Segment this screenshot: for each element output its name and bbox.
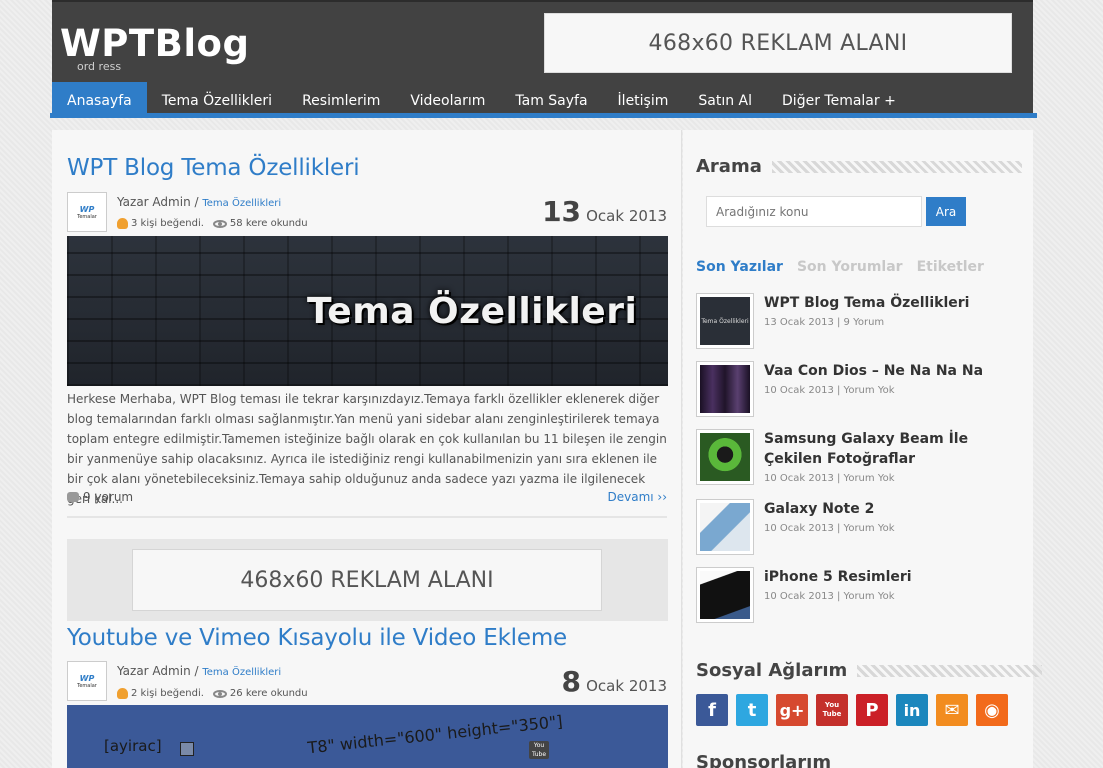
search-button[interactable]: Ara bbox=[926, 197, 966, 226]
avatar-wp-text: WP bbox=[79, 673, 95, 683]
tab-son-yorumlar[interactable]: Son Yorumlar bbox=[797, 259, 903, 275]
search-heading-text: Arama bbox=[696, 156, 762, 177]
avatar[interactable]: WP Temalar bbox=[67, 661, 107, 701]
twitter-icon[interactable]: t bbox=[736, 694, 768, 726]
author-name[interactable]: Yazar Admin bbox=[117, 195, 191, 209]
post-divider bbox=[67, 516, 667, 518]
post-featured-image[interactable]: [ayirac] T8" width="600" height="350"] Y… bbox=[67, 705, 668, 768]
social-heading-text: Sosyal Ağlarım bbox=[696, 660, 848, 681]
recent-post-meta: 10 Ocak 2013 | Yorum Yok bbox=[764, 523, 895, 534]
youtube-icon[interactable]: You Tube bbox=[816, 694, 848, 726]
rss-icon[interactable]: ◉ bbox=[976, 694, 1008, 726]
post-comments[interactable]: 9 yorum bbox=[67, 490, 133, 504]
comment-count: 9 yorum bbox=[83, 490, 134, 504]
recent-post-meta: 10 Ocak 2013 | Yorum Yok bbox=[764, 591, 895, 602]
google-plus-icon[interactable]: g+ bbox=[776, 694, 808, 726]
eye-icon bbox=[212, 219, 227, 228]
post-category-link[interactable]: Tema Özellikleri bbox=[202, 667, 281, 678]
like-count: 3 kişi beğendi. bbox=[131, 218, 204, 229]
comment-icon bbox=[67, 492, 79, 502]
read-more-link[interactable]: Devamı ›› bbox=[607, 490, 667, 504]
social-icons: f t g+ You Tube P in ✉ ◉ bbox=[696, 694, 1008, 726]
heading-stripes bbox=[857, 664, 1043, 677]
view-count: 26 kere okundu bbox=[229, 688, 308, 699]
recent-post-meta: 10 Ocak 2013 | Yorum Yok bbox=[764, 385, 895, 396]
tab-son-yazilar[interactable]: Son Yazılar bbox=[696, 259, 783, 275]
nav-item-diger-temalar[interactable]: Diğer Temalar + bbox=[767, 82, 911, 116]
facebook-icon[interactable]: f bbox=[696, 694, 728, 726]
search-heading: Arama bbox=[696, 156, 1022, 177]
code-snippet-ayirac: [ayirac] bbox=[104, 737, 162, 755]
thumbnail-text: Tema Özellikleri bbox=[700, 297, 750, 345]
recent-post-thumbnail[interactable] bbox=[696, 429, 754, 485]
recent-post-title[interactable]: Vaa Con Dios – Ne Na Na Na bbox=[764, 361, 1026, 381]
nav-item-satin-al[interactable]: Satın Al bbox=[683, 82, 767, 116]
recent-post-thumbnail[interactable]: Tema Özellikleri bbox=[696, 293, 754, 349]
main-inner: WPT Blog Tema Özellikleri WP Temalar Yaz… bbox=[52, 0, 682, 768]
recent-post-title[interactable]: iPhone 5 Resimleri bbox=[764, 567, 1026, 587]
like-count: 2 kişi beğendi. bbox=[131, 688, 204, 699]
recent-post-meta: 10 Ocak 2013 | Yorum Yok bbox=[764, 473, 895, 484]
content-ad-area: 468x60 REKLAM ALANI bbox=[67, 539, 668, 621]
post-author: Yazar Admin / Tema Özellikleri bbox=[117, 664, 282, 678]
post-title[interactable]: WPT Blog Tema Özellikleri bbox=[67, 155, 360, 181]
avatar-wp-text: WP bbox=[79, 204, 95, 214]
featured-image-text: Tema Özellikleri bbox=[307, 291, 638, 332]
post-stats: 3 kişi beğendi. 58 kere okundu bbox=[117, 218, 308, 229]
code-snippet-embed: T8" width="600" height="350"] bbox=[306, 711, 564, 758]
heading-stripes bbox=[771, 160, 1022, 173]
avatar-temalar-text: Temalar bbox=[77, 213, 97, 220]
recent-post-meta: 13 Ocak 2013 | 9 Yorum bbox=[764, 317, 885, 328]
linkedin-icon[interactable]: in bbox=[896, 694, 928, 726]
avatar[interactable]: WP Temalar bbox=[67, 192, 107, 232]
sponsor-heading-text: Sponsorlarım bbox=[696, 752, 832, 768]
recent-post-title[interactable]: Galaxy Note 2 bbox=[764, 499, 1026, 519]
like-icon[interactable] bbox=[117, 218, 128, 229]
sidebar-tabs: Son Yazılar Son Yorumlar Etiketler bbox=[696, 259, 984, 275]
post-date-month: Ocak 2013 bbox=[586, 207, 667, 225]
tab-etiketler[interactable]: Etiketler bbox=[917, 259, 984, 275]
sponsor-heading: Sponsorlarım bbox=[696, 752, 831, 768]
pinterest-icon[interactable]: P bbox=[856, 694, 888, 726]
sidebar: Arama Ara Son Yazılar Son Yorumlar Etike… bbox=[683, 130, 1043, 768]
recent-post-thumbnail[interactable] bbox=[696, 361, 754, 417]
content-ad-banner[interactable]: 468x60 REKLAM ALANI bbox=[132, 549, 602, 611]
recent-post-title[interactable]: Samsung Galaxy Beam İle Çekilen Fotoğraf… bbox=[764, 429, 1026, 469]
youtube-icon: You Tube bbox=[529, 741, 549, 759]
post-category-link[interactable]: Tema Özellikleri bbox=[202, 198, 281, 209]
post-date: 8 Ocak 2013 bbox=[562, 665, 667, 698]
recent-post-thumbnail[interactable] bbox=[696, 567, 754, 623]
post-date-day: 13 bbox=[542, 195, 582, 228]
like-icon[interactable] bbox=[117, 688, 128, 699]
post-author: Yazar Admin / Tema Özellikleri bbox=[117, 195, 282, 209]
post-date: 13 Ocak 2013 bbox=[542, 195, 667, 228]
post-stats: 2 kişi beğendi. 26 kere okundu bbox=[117, 688, 308, 699]
post-title[interactable]: Youtube ve Vimeo Kısayolu ile Video Ekle… bbox=[67, 625, 567, 651]
avatar-temalar-text: Temalar bbox=[77, 682, 97, 689]
recent-post-item[interactable]: Vaa Con Dios – Ne Na Na Na 10 Ocak 2013 … bbox=[696, 361, 1026, 419]
eye-icon bbox=[212, 689, 227, 698]
post-excerpt: Herkese Merhaba, WPT Blog teması ile tek… bbox=[67, 392, 667, 506]
page-wrapper: WPTBlog ord ress 468x60 REKLAM ALANI Ana… bbox=[50, 0, 1043, 768]
recent-post-item[interactable]: Samsung Galaxy Beam İle Çekilen Fotoğraf… bbox=[696, 429, 1026, 487]
recent-post-item[interactable]: Tema Özellikleri WPT Blog Tema Özellikle… bbox=[696, 293, 1026, 351]
author-name[interactable]: Yazar Admin bbox=[117, 664, 191, 678]
post-featured-image[interactable]: Tema Özellikleri bbox=[67, 236, 668, 386]
search-input[interactable] bbox=[706, 196, 922, 227]
post-date-month: Ocak 2013 bbox=[586, 677, 667, 695]
recent-post-item[interactable]: iPhone 5 Resimleri 10 Ocak 2013 | Yorum … bbox=[696, 567, 1026, 625]
recent-post-thumbnail[interactable] bbox=[696, 499, 754, 555]
recent-post-title[interactable]: WPT Blog Tema Özellikleri bbox=[764, 293, 1026, 313]
image-placeholder-icon bbox=[180, 742, 194, 756]
view-count: 58 kere okundu bbox=[229, 218, 308, 229]
post-date-day: 8 bbox=[561, 665, 582, 698]
social-heading: Sosyal Ağlarım bbox=[696, 660, 1043, 681]
mail-icon[interactable]: ✉ bbox=[936, 694, 968, 726]
main-content: WPT Blog Tema Özellikleri WP Temalar Yaz… bbox=[52, 130, 682, 768]
recent-post-item[interactable]: Galaxy Note 2 10 Ocak 2013 | Yorum Yok bbox=[696, 499, 1026, 557]
